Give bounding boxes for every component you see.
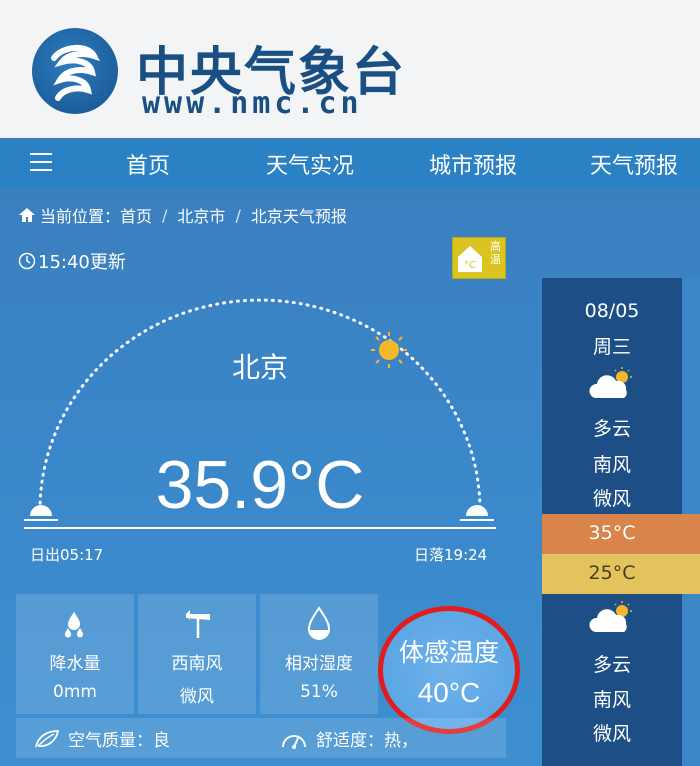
precipitation-label: 降水量: [49, 654, 101, 674]
humidity-value: 51%: [300, 682, 338, 702]
humidity-tile: 相对湿度 51%: [260, 594, 378, 714]
humidity-drop-icon: [307, 606, 331, 640]
home-icon[interactable]: [18, 207, 36, 223]
wind-level-value: 微风: [180, 687, 214, 707]
nmc-logo[interactable]: [32, 28, 118, 114]
breadcrumb-home[interactable]: 首页: [120, 203, 152, 227]
breadcrumb-province[interactable]: 北京市: [177, 203, 225, 227]
wind-direction-label: 西南风: [171, 654, 223, 674]
wind-tile: 西南风 微风: [138, 594, 256, 714]
warning-text: 高温: [490, 240, 501, 266]
feels-like-value: 40°C: [417, 677, 481, 708]
sunrise-icon: [24, 505, 58, 521]
air-comfort-row: 空气质量：良 舒适度：热，: [16, 718, 506, 758]
air-quality[interactable]: 空气质量：良: [34, 726, 170, 751]
forecast-high-temp: 35°C: [588, 522, 636, 544]
city-name: 北京: [231, 351, 288, 384]
breadcrumb-separator: /: [235, 205, 241, 225]
wind-vane-icon: [186, 610, 210, 638]
feels-like-label: 体感温度: [398, 638, 499, 667]
night-wind-level: 微风: [592, 723, 631, 745]
site-url: www.nmc.cn: [142, 86, 363, 121]
day-wind-level: 微风: [592, 488, 631, 510]
nav-item-weather-forecast[interactable]: 天气预报: [590, 148, 678, 180]
nav-item-home[interactable]: 首页: [126, 148, 170, 180]
forecast-low-temp-bar: 25°C: [542, 554, 700, 594]
nav-item-city-forecast[interactable]: 城市预报: [429, 148, 517, 180]
day-weather: 多云: [592, 418, 631, 440]
forecast-weekday: 周三: [592, 336, 631, 358]
partly-cloudy-icon: [589, 601, 632, 632]
sunrise-time: 日出05:17: [30, 546, 104, 564]
forecast-high-temp-bar: 35°C: [542, 514, 700, 554]
night-wind-direction: 南风: [592, 689, 631, 711]
humidity-label: 相对湿度: [285, 654, 353, 674]
comfort-index[interactable]: 舒适度：热，: [280, 726, 418, 751]
leaf-icon: [35, 729, 60, 747]
main-nav: 首页 天气实况 城市预报 天气预报: [0, 138, 700, 188]
precipitation-value: 0mm: [53, 682, 97, 702]
night-weather: 多云: [592, 654, 631, 676]
update-time-text: 15:40更新: [38, 252, 126, 273]
clock-icon: [18, 252, 36, 270]
hamburger-icon[interactable]: [30, 153, 52, 173]
feels-like-highlight: 体感温度 40°C: [378, 606, 520, 734]
update-time: 15:40更新: [18, 248, 126, 274]
forecast-low-temp: 25°C: [588, 562, 636, 584]
high-temperature-warning-icon[interactable]: °C 高温: [452, 237, 506, 279]
current-temperature: 35.9°C: [155, 447, 365, 523]
rain-drop-icon: [65, 612, 83, 638]
forecast-date: 08/05: [584, 300, 640, 322]
comfort-text: 舒适度：热，: [316, 731, 418, 751]
sunset-icon: [460, 505, 494, 521]
breadcrumb-current: 北京天气预报: [250, 207, 347, 226]
breadcrumb: 当前位置： 首页 / 北京市 / 北京天气预报: [18, 203, 347, 227]
sunset-time: 日落19:24: [414, 546, 488, 564]
partly-cloudy-icon: [589, 367, 632, 398]
svg-text:°C: °C: [464, 260, 476, 271]
gauge-icon: [282, 734, 306, 749]
sun-path-arc: [24, 298, 496, 529]
day-wind-direction: 南风: [592, 454, 631, 476]
site-header: 中央气象台 www.nmc.cn: [0, 0, 700, 138]
air-quality-text: 空气质量：良: [68, 731, 170, 751]
breadcrumb-separator: /: [162, 205, 168, 225]
precipitation-tile: 降水量 0mm: [16, 594, 134, 714]
breadcrumb-prefix: 当前位置：: [40, 207, 121, 226]
nav-item-observation[interactable]: 天气实况: [266, 148, 354, 180]
